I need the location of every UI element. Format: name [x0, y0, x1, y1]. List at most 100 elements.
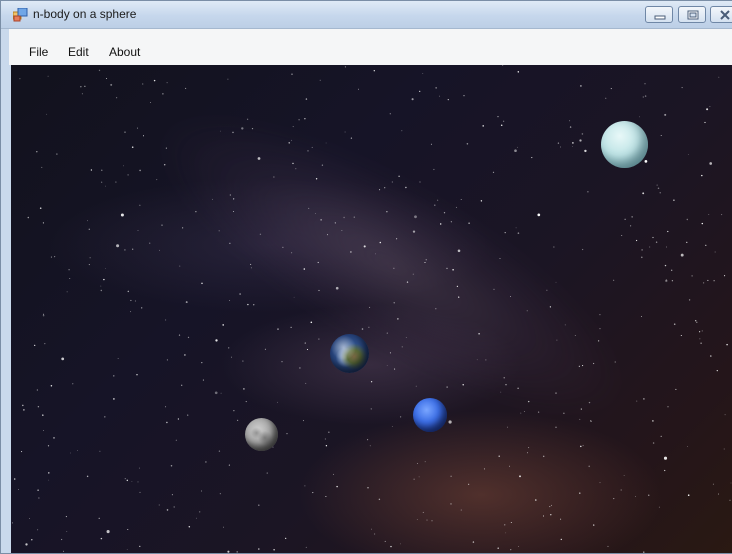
star — [344, 66, 346, 68]
star — [721, 214, 723, 216]
star — [546, 289, 548, 291]
star — [592, 362, 595, 365]
star — [149, 101, 152, 104]
star — [219, 493, 221, 495]
star — [630, 225, 632, 227]
star — [528, 447, 530, 449]
close-button[interactable] — [710, 6, 732, 23]
star — [288, 142, 290, 144]
star — [549, 506, 551, 508]
star — [187, 414, 189, 416]
star — [325, 445, 328, 447]
star — [178, 334, 181, 336]
star — [136, 374, 138, 376]
star — [462, 384, 464, 386]
star — [166, 509, 169, 511]
star — [243, 388, 245, 390]
planet-earth[interactable] — [330, 334, 369, 373]
star — [88, 264, 90, 266]
star — [29, 518, 30, 519]
star — [413, 478, 415, 480]
star — [658, 506, 660, 508]
minimize-button[interactable] — [645, 6, 673, 23]
planet-neptune[interactable] — [413, 398, 447, 432]
star — [450, 221, 452, 223]
star — [687, 494, 690, 497]
star — [569, 126, 572, 128]
star — [162, 93, 164, 95]
star — [636, 239, 638, 242]
app-icon[interactable] — [12, 7, 28, 22]
maximize-button[interactable] — [678, 6, 706, 23]
star — [579, 492, 581, 494]
star — [104, 416, 106, 418]
star — [130, 311, 132, 313]
star — [250, 263, 252, 265]
star — [308, 207, 310, 209]
title-bar[interactable]: n-body on a sphere — [1, 1, 732, 29]
star — [173, 506, 175, 508]
star — [201, 361, 203, 364]
star — [460, 509, 462, 511]
star — [531, 157, 533, 159]
star — [139, 545, 141, 548]
star — [184, 354, 186, 356]
star — [103, 278, 105, 281]
star — [211, 198, 213, 200]
star — [556, 339, 558, 341]
star — [124, 478, 126, 480]
star — [510, 296, 512, 298]
star — [113, 375, 115, 377]
star — [588, 465, 590, 468]
planet-moon[interactable] — [245, 418, 278, 451]
star — [305, 546, 307, 548]
star — [542, 455, 545, 458]
star — [315, 178, 318, 180]
star — [81, 93, 83, 95]
star — [259, 233, 262, 235]
star — [305, 382, 307, 384]
star — [307, 150, 309, 152]
star — [293, 296, 295, 298]
star — [50, 256, 52, 258]
star — [485, 359, 487, 361]
star — [412, 273, 414, 275]
star — [687, 154, 689, 156]
star — [393, 302, 395, 304]
star — [526, 310, 528, 312]
menu-edit[interactable]: Edit — [68, 45, 89, 59]
star — [424, 461, 426, 463]
star — [671, 280, 674, 282]
star — [335, 286, 339, 290]
star — [156, 179, 158, 181]
star — [664, 469, 666, 472]
star — [222, 324, 224, 326]
menu-file[interactable]: File — [29, 45, 48, 59]
star — [100, 285, 102, 287]
star — [328, 431, 330, 433]
star — [597, 340, 600, 342]
star — [422, 511, 424, 513]
star — [319, 79, 321, 81]
star — [502, 120, 505, 122]
menu-about[interactable]: About — [109, 45, 140, 59]
star — [569, 120, 571, 122]
star — [344, 131, 346, 133]
star — [716, 369, 718, 372]
star — [414, 215, 417, 219]
star — [384, 540, 386, 542]
star — [369, 445, 371, 447]
star — [361, 328, 364, 330]
star — [652, 420, 654, 422]
star — [599, 313, 601, 316]
star — [717, 493, 719, 495]
star — [134, 300, 136, 302]
star — [42, 314, 45, 317]
star — [438, 95, 440, 97]
star — [641, 315, 642, 317]
simulation-canvas[interactable] — [11, 65, 732, 553]
star — [48, 479, 50, 481]
star — [667, 230, 669, 233]
star — [504, 231, 506, 234]
planet-uranus[interactable] — [601, 121, 648, 168]
